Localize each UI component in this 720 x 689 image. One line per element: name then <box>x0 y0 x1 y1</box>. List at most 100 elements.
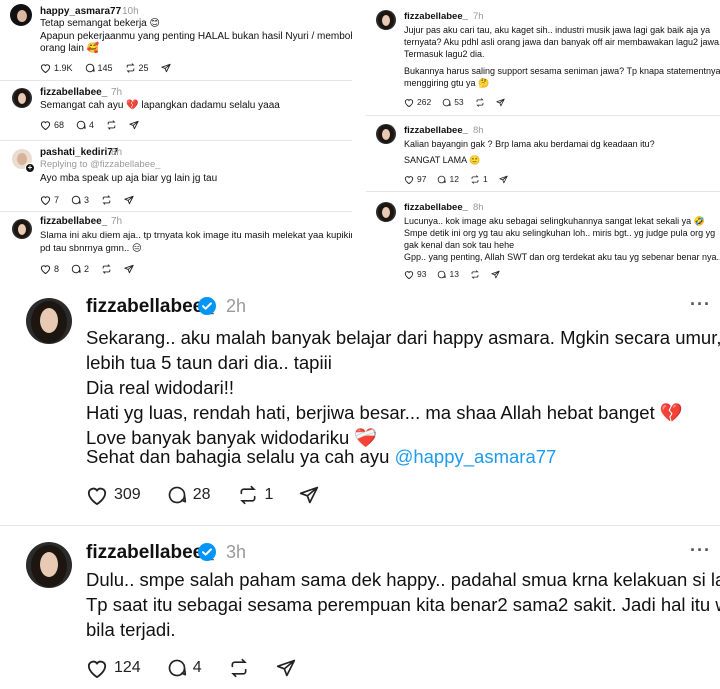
comment-button[interactable]: 2 <box>71 264 89 274</box>
post-text-line: orang lain 🥰 <box>40 43 100 54</box>
post-time: 8h <box>473 202 484 213</box>
like-button[interactable]: 262 <box>404 97 431 107</box>
post-text-line: Tetap semangat bekerja 😊 <box>40 18 160 29</box>
username[interactable]: fizzabellabee_ <box>404 11 468 22</box>
thread-post-fizza[interactable]: fizzabellabee_ 7h Slama ini aku diem aja… <box>0 211 352 282</box>
repost-count: 1 <box>482 174 488 184</box>
share-icon <box>276 659 295 677</box>
repost-button[interactable] <box>228 658 250 678</box>
username[interactable]: happy_asmara77 <box>40 6 121 17</box>
username[interactable]: fizzabellabee_ <box>86 296 214 318</box>
like-count: 124 <box>114 659 141 676</box>
verified-icon <box>198 297 216 315</box>
heart-icon <box>404 270 414 279</box>
comment-icon <box>438 270 447 278</box>
repost-icon <box>239 485 256 505</box>
post-time: 7h <box>111 216 123 227</box>
like-button[interactable]: 97 <box>404 174 426 184</box>
follow-plus-icon[interactable]: + <box>25 163 35 173</box>
avatar[interactable] <box>376 202 396 222</box>
username[interactable]: fizzabellabee_ <box>40 87 107 98</box>
like-count: 97 <box>417 174 427 184</box>
username[interactable]: fizzabellabee_ <box>404 125 468 136</box>
share-icon <box>300 486 319 504</box>
comment-button[interactable]: 145 <box>85 63 113 73</box>
thread-post-fizza[interactable]: fizzabellabee_ 7h Jujur pas aku cari tau… <box>366 0 720 115</box>
post-time: 7h <box>473 11 484 22</box>
comment-count: 13 <box>449 269 459 279</box>
main-post-1[interactable]: fizzabellabee_ 2h ··· Sekarang.. aku mal… <box>0 284 720 525</box>
share-button[interactable] <box>124 195 134 205</box>
like-button[interactable]: 1.9K <box>40 63 73 73</box>
repost-button[interactable] <box>101 264 112 274</box>
repost-button[interactable]: 25 <box>125 63 149 73</box>
comment-button[interactable]: 13 <box>437 269 459 279</box>
post-actions: 93 13 <box>404 269 500 279</box>
thread-post-fizza[interactable]: fizzabellabee_ 8h Lucunya.. kok image ak… <box>366 191 720 282</box>
mention-link[interactable]: @happy_asmara77 <box>395 446 557 467</box>
repost-button[interactable] <box>106 120 117 130</box>
share-button[interactable] <box>124 264 134 274</box>
share-button[interactable] <box>491 270 500 279</box>
heart-icon <box>40 196 51 205</box>
comment-icon <box>168 486 186 504</box>
repost-button[interactable] <box>470 269 480 279</box>
username[interactable]: fizzabellabee_ <box>86 542 214 564</box>
more-icon[interactable]: ··· <box>690 294 711 315</box>
avatar[interactable] <box>26 298 72 344</box>
post-time: 8h <box>111 147 123 158</box>
comment-count: 4 <box>192 659 202 676</box>
like-button[interactable]: 309 <box>86 485 141 505</box>
repost-icon <box>102 264 111 274</box>
comment-button[interactable]: 3 <box>71 195 89 205</box>
share-button[interactable] <box>299 485 319 505</box>
comment-button[interactable]: 53 <box>442 97 464 107</box>
share-icon <box>124 195 134 205</box>
repost-button[interactable] <box>101 195 112 205</box>
thread-post-happy[interactable]: happy_asmara77 10h Tetap semangat bekerj… <box>0 0 352 80</box>
share-button[interactable] <box>276 658 296 678</box>
avatar[interactable] <box>10 4 32 26</box>
more-icon[interactable]: ··· <box>690 540 711 561</box>
main-post-2[interactable]: fizzabellabee_ 3h ··· Dulu.. smpe salah … <box>0 526 720 689</box>
post-text-line: Dulu.. smpe salah paham sama dek happy..… <box>86 569 720 590</box>
like-button[interactable]: 8 <box>40 264 59 274</box>
avatar[interactable] <box>12 88 32 108</box>
avatar[interactable] <box>26 542 72 588</box>
repost-button[interactable]: 1 <box>237 485 274 505</box>
username[interactable]: fizzabellabee_ <box>404 202 468 213</box>
post-text-line: ternyata? Aku pdhl asli orang jawa dan b… <box>404 37 720 47</box>
post-text-line: Tp saat itu sebagai sesama perempuan kit… <box>86 594 720 615</box>
like-button[interactable]: 7 <box>40 195 59 205</box>
thread-post-pashati[interactable]: + pashati_kediri77 8h Replying to @fizza… <box>0 140 352 211</box>
post-actions: 7 3 <box>40 195 134 205</box>
comment-button[interactable]: 28 <box>167 485 211 505</box>
share-button[interactable] <box>129 120 139 130</box>
avatar[interactable] <box>12 219 32 239</box>
replying-to-label[interactable]: Replying to @fizzabellabee_ <box>40 159 161 170</box>
like-button[interactable]: 93 <box>404 269 426 279</box>
post-text-line: pd tau sbnrnya gmn.. 😑 <box>40 243 142 254</box>
thread-post-fizza[interactable]: fizzabellabee_ 7h Semangat cah ayu 💔 lap… <box>0 80 352 140</box>
avatar[interactable] <box>376 10 396 30</box>
repost-button[interactable] <box>475 97 485 107</box>
username[interactable]: fizzabellabee_ <box>40 216 107 227</box>
post-text-line: SANGAT LAMA 🙂 <box>404 155 481 165</box>
repost-count: 1 <box>264 486 274 503</box>
like-button[interactable]: 68 <box>40 120 64 130</box>
repost-button[interactable]: 1 <box>470 174 488 184</box>
share-button[interactable] <box>499 175 508 184</box>
share-button[interactable] <box>495 98 505 107</box>
post-text-prefix: Sehat dan bahagia selalu ya cah ayu <box>86 446 395 467</box>
thread-post-fizza[interactable]: fizzabellabee_ 8h Kalian bayangin gak ? … <box>366 115 720 191</box>
like-button[interactable]: 124 <box>86 658 141 678</box>
post-actions: 124 4 <box>86 658 296 678</box>
comment-button[interactable]: 4 <box>76 120 94 130</box>
avatar[interactable] <box>376 124 396 144</box>
post-text-line: gak kenal dan sok tau hehe <box>404 240 515 250</box>
share-button[interactable] <box>160 63 171 73</box>
post-actions: 68 4 <box>40 120 139 130</box>
username[interactable]: pashati_kediri77 <box>40 147 118 158</box>
comment-button[interactable]: 4 <box>167 658 202 678</box>
comment-button[interactable]: 12 <box>437 174 459 184</box>
